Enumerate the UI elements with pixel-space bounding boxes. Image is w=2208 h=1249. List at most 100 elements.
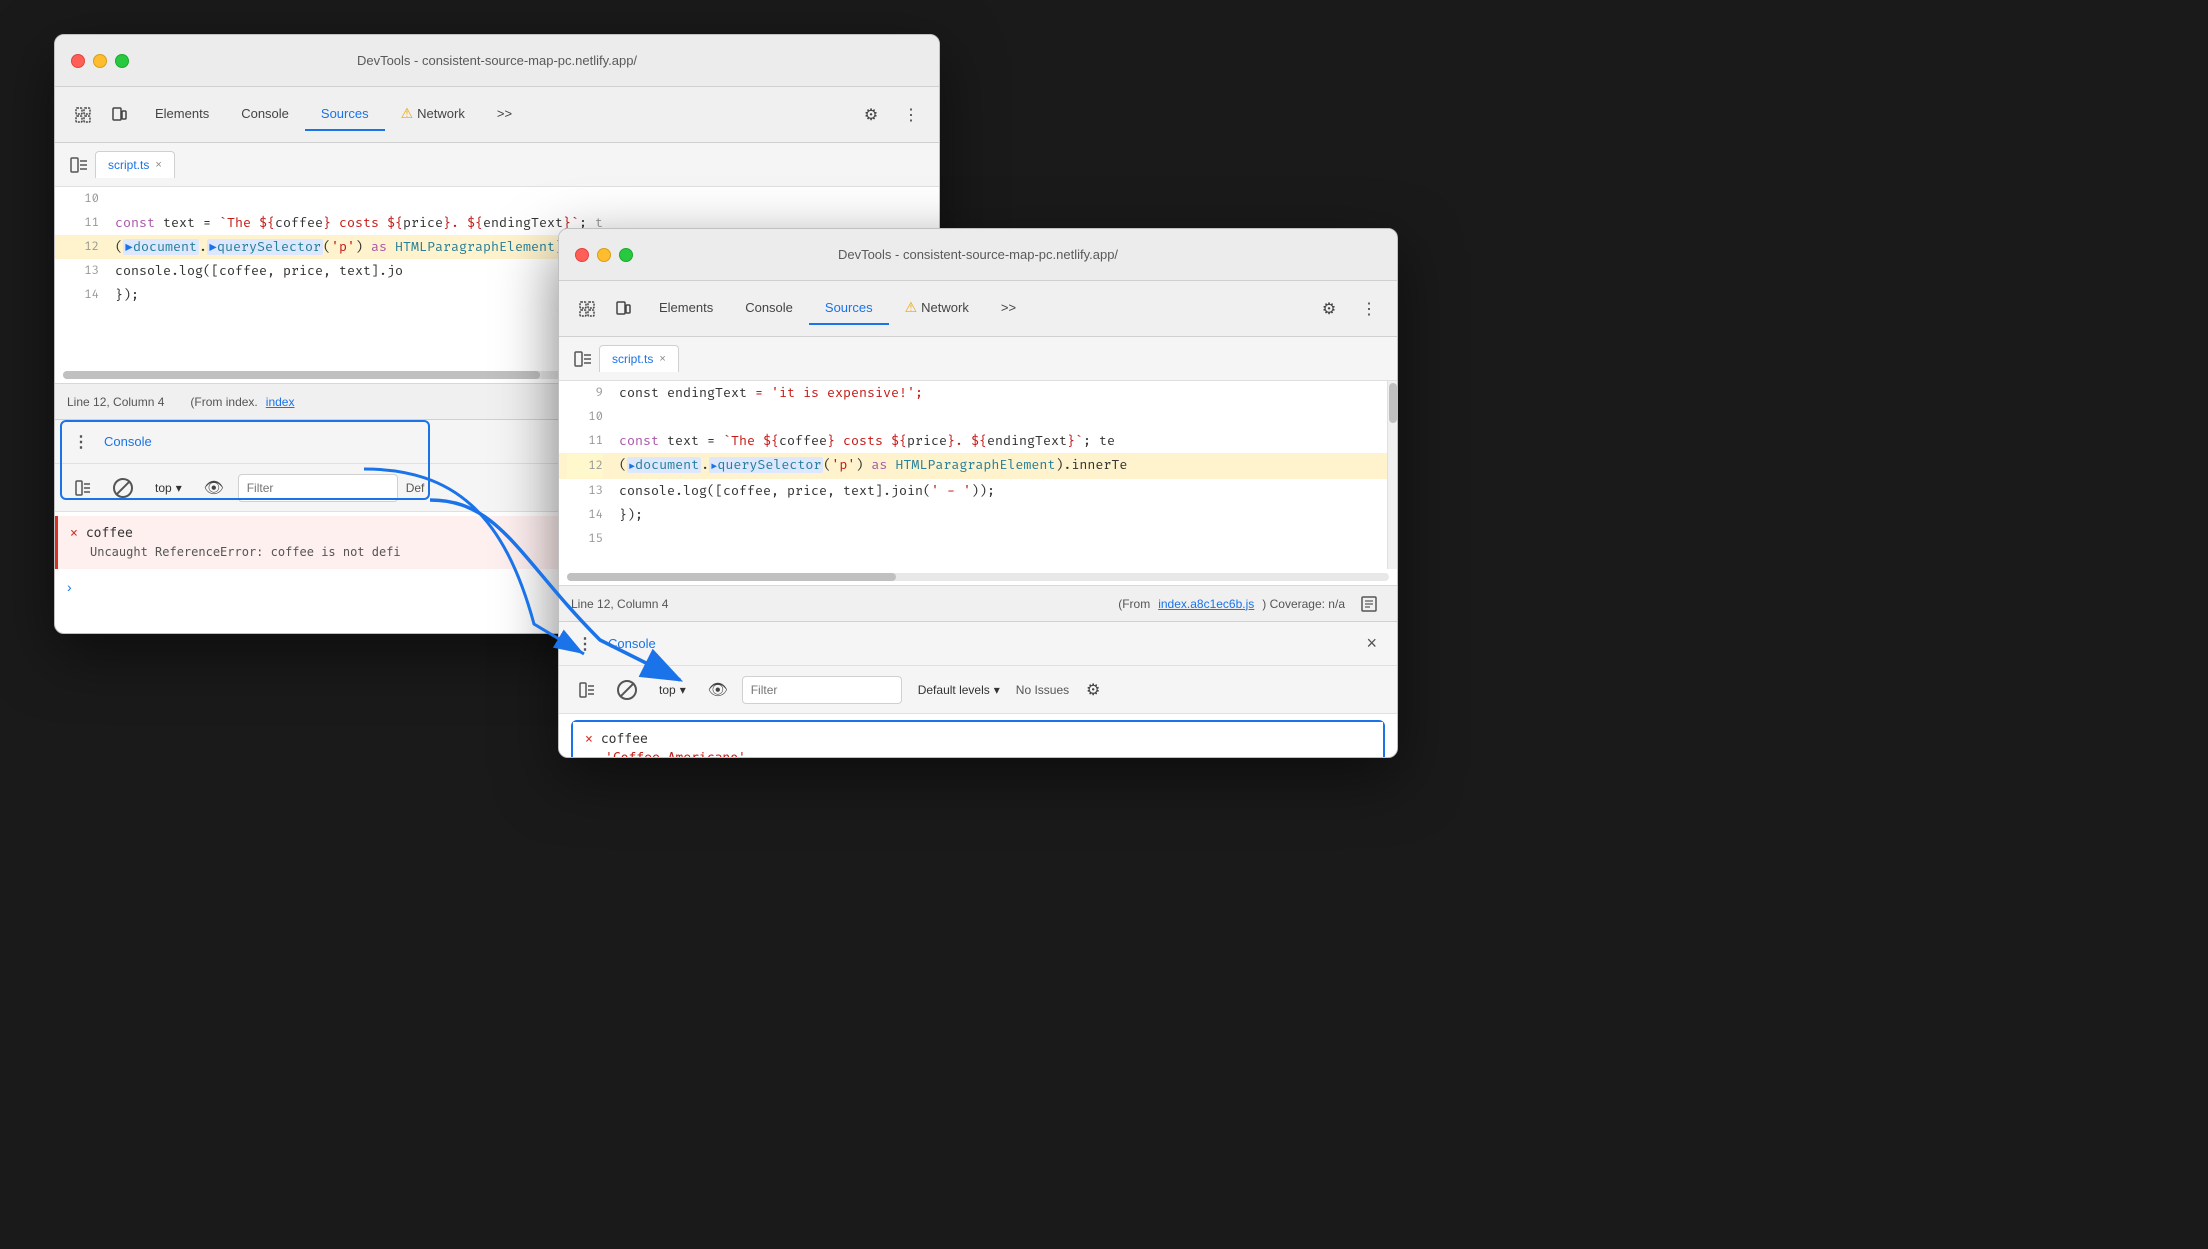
inspect-element-button[interactable] xyxy=(67,99,99,131)
sidebar-toggle-1[interactable] xyxy=(67,153,91,177)
console-drag-handle-1[interactable]: ⋮ xyxy=(67,430,96,454)
toolbar-right-2: ⚙ ⋮ xyxy=(1313,293,1385,325)
window-controls-1 xyxy=(71,54,129,68)
file-tab-name-1: script.ts xyxy=(108,158,149,172)
success-entry-2: × coffee 'Coffee Americano' xyxy=(573,722,1383,758)
chevron-down-levels-icon: ▾ xyxy=(994,683,1000,697)
window-controls-2 xyxy=(575,248,633,262)
top-context-dropdown-1[interactable]: top ▾ xyxy=(147,477,190,499)
file-tab-2[interactable]: script.ts × xyxy=(599,345,679,372)
default-levels-1: Def xyxy=(406,481,425,495)
file-tab-name-2: script.ts xyxy=(612,352,653,366)
devtools-toolbar-2: Elements Console Sources ⚠ Network >> ⚙ … xyxy=(559,281,1397,337)
settings-button-2[interactable]: ⚙ xyxy=(1313,293,1345,325)
code-line-13-2: 13 console.log([coffee, price, text].joi… xyxy=(559,479,1397,503)
cursor-position-2: Line 12, Column 4 xyxy=(571,597,668,611)
file-tab-close-1[interactable]: × xyxy=(155,159,161,171)
tab-network-2[interactable]: ⚠ Network xyxy=(889,291,985,326)
console-toolbar-2: top ▾ 👁 Default levels ▾ No Issues ⚙ xyxy=(559,666,1397,714)
console-filter-input-2[interactable] xyxy=(742,676,902,704)
clear-console-btn-2[interactable] xyxy=(611,674,643,706)
titlebar-2: DevTools - consistent-source-map-pc.netl… xyxy=(559,229,1397,281)
more-menu-button-1[interactable]: ⋮ xyxy=(895,99,927,131)
tab-bar-2: Elements Console Sources ⚠ Network >> xyxy=(643,291,1309,326)
window-title-1: DevTools - consistent-source-map-pc.netl… xyxy=(357,53,637,68)
tab-network-1[interactable]: ⚠ Network xyxy=(385,97,481,132)
issues-settings-btn[interactable]: ⚙ xyxy=(1077,674,1109,706)
toolbar-right-1: ⚙ ⋮ xyxy=(855,99,927,131)
code-line-11-2: 11 const text = `The ${coffee} costs ${p… xyxy=(559,429,1397,453)
tab-sources-1[interactable]: Sources xyxy=(305,98,385,131)
success-title-2: × coffee xyxy=(585,732,1371,747)
chevron-down-icon-1: ▾ xyxy=(176,481,182,495)
console-sidebar-btn-1[interactable] xyxy=(67,472,99,504)
file-tab-1[interactable]: script.ts × xyxy=(95,151,175,178)
code-line-10-2: 10 xyxy=(559,405,1397,429)
settings-button-1[interactable]: ⚙ xyxy=(855,99,887,131)
console-drag-handle-2[interactable]: ⋮ xyxy=(571,632,600,656)
from-text-2: (From xyxy=(1118,597,1150,611)
inspect-element-button-2[interactable] xyxy=(571,293,603,325)
console-filter-input-1[interactable] xyxy=(238,474,398,502)
top-label-2: top xyxy=(659,683,676,697)
status-bar-2: Line 12, Column 4 (From index.a8c1ec6b.j… xyxy=(559,585,1397,621)
device-toggle-button-2[interactable] xyxy=(607,293,639,325)
tab-bar-1: Elements Console Sources ⚠ Network >> xyxy=(139,97,851,132)
code-line-14-2: 14 }); xyxy=(559,503,1397,527)
titlebar-1: DevTools - consistent-source-map-pc.netl… xyxy=(55,35,939,87)
index-link-2[interactable]: index.a8c1ec6b.js xyxy=(1158,597,1254,611)
tab-console-1[interactable]: Console xyxy=(225,98,305,131)
minimize-button-1[interactable] xyxy=(93,54,107,68)
more-menu-button-2[interactable]: ⋮ xyxy=(1353,293,1385,325)
maximize-button-1[interactable] xyxy=(115,54,129,68)
window-title-2: DevTools - consistent-source-map-pc.netl… xyxy=(838,247,1118,262)
file-tab-bar-2: script.ts × xyxy=(559,337,1397,381)
minimize-button-2[interactable] xyxy=(597,248,611,262)
close-console-button-2[interactable]: × xyxy=(1358,629,1385,658)
close-button-1[interactable] xyxy=(71,54,85,68)
success-value-2: 'Coffee Americano' xyxy=(585,751,1371,758)
clear-console-btn-1[interactable] xyxy=(107,472,139,504)
tab-sources-2[interactable]: Sources xyxy=(809,292,889,325)
tab-elements-2[interactable]: Elements xyxy=(643,292,729,325)
console-label-1[interactable]: Console xyxy=(104,434,152,449)
console-header-2: ⋮ Console × xyxy=(559,622,1397,666)
scrollbar-h-2[interactable] xyxy=(567,573,1389,581)
coverage-icon-2[interactable] xyxy=(1353,588,1385,620)
success-var-name-2: coffee xyxy=(601,732,648,747)
error-var-name-1: coffee xyxy=(86,526,133,541)
default-levels-dropdown-2[interactable]: Default levels ▾ xyxy=(910,679,1008,701)
cursor-position-1: Line 12, Column 4 xyxy=(67,395,164,409)
success-icon-2: × xyxy=(585,732,593,747)
console-label-2[interactable]: Console xyxy=(608,636,656,651)
eye-button-2[interactable]: 👁 xyxy=(702,674,734,706)
code-line-12-2: 12 (▶document.▶querySelector('p') as HTM… xyxy=(559,453,1397,479)
eye-button-1[interactable]: 👁 xyxy=(198,472,230,504)
sidebar-toggle-2[interactable] xyxy=(571,347,595,371)
devtools-window-2: DevTools - consistent-source-map-pc.netl… xyxy=(558,228,1398,758)
tab-elements-1[interactable]: Elements xyxy=(139,98,225,131)
scrollbar-right-2[interactable] xyxy=(1387,381,1397,569)
tab-more-2[interactable]: >> xyxy=(985,292,1032,325)
success-entry-box-2: × coffee 'Coffee Americano' xyxy=(571,720,1385,758)
device-toggle-button[interactable] xyxy=(103,99,135,131)
close-button-2[interactable] xyxy=(575,248,589,262)
warning-icon-2: ⚠ xyxy=(905,299,918,316)
coverage-text: ) Coverage: n/a xyxy=(1262,597,1345,611)
index-link-1[interactable]: index xyxy=(266,395,295,409)
tab-more-1[interactable]: >> xyxy=(481,98,528,131)
file-tab-close-2[interactable]: × xyxy=(659,353,665,365)
maximize-button-2[interactable] xyxy=(619,248,633,262)
error-icon-1: × xyxy=(70,526,78,541)
top-label-1: top xyxy=(155,481,172,495)
console-sidebar-btn-2[interactable] xyxy=(571,674,603,706)
code-area-2: 9 const endingText = 'it is expensive!';… xyxy=(559,381,1397,569)
top-context-dropdown-2[interactable]: top ▾ xyxy=(651,679,694,701)
code-line-15-2: 15 xyxy=(559,527,1397,551)
from-text-1: (From index. xyxy=(190,395,257,409)
code-line-10-1: 10 xyxy=(55,187,939,211)
console-panel-2: ⋮ Console × top ▾ 👁 xyxy=(559,621,1397,758)
tab-console-2[interactable]: Console xyxy=(729,292,809,325)
file-tab-bar-1: script.ts × xyxy=(55,143,939,187)
warning-icon-1: ⚠ xyxy=(401,105,414,122)
